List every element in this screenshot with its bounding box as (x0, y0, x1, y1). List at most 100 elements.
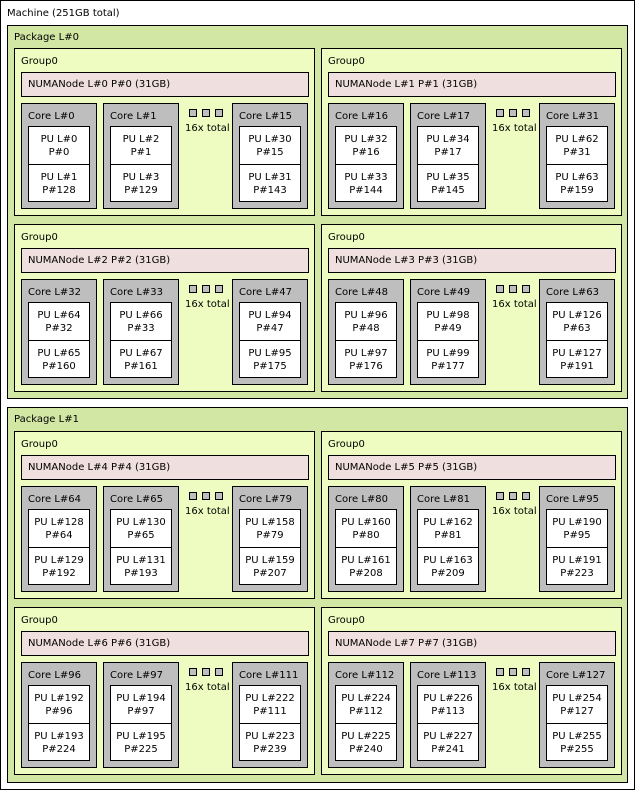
core-label: Core L#1 (110, 111, 157, 122)
group-label: Group0 (328, 615, 365, 626)
core-box: Core L#79 PU L#158 P#79 PU L#159 P#207 (232, 486, 308, 592)
pu-column: PU L#224 P#112 PU L#225 P#240 (335, 685, 397, 761)
core-label: Core L#112 (335, 670, 395, 681)
core-label: Core L#47 (239, 287, 292, 298)
pu-column: PU L#160 P#80 PU L#161 P#208 (335, 509, 397, 585)
pu-physical-label: P#193 (124, 567, 158, 579)
pu-physical-label: P#239 (253, 743, 287, 755)
pu-logical-label: PU L#227 (423, 730, 473, 742)
group-label: Group0 (328, 439, 365, 450)
pu-physical-label: P#127 (560, 705, 594, 717)
pu-cell: PU L#30 P#15 (240, 127, 300, 164)
more-cores-label: 16x total (185, 299, 230, 310)
package-label: Package L#0 (14, 32, 79, 43)
numa-node-label: NUMANode L#6 P#6 (31GB) (28, 638, 171, 649)
pu-physical-label: P#80 (352, 529, 380, 541)
core-label: Core L#16 (335, 111, 388, 122)
pu-cell: PU L#159 P#207 (240, 547, 300, 585)
core-label: Core L#80 (335, 494, 388, 505)
pu-cell: PU L#194 P#97 (111, 686, 171, 723)
pu-logical-label: PU L#30 (248, 133, 292, 145)
pu-physical-label: P#111 (253, 705, 287, 717)
pu-logical-label: PU L#31 (248, 171, 292, 183)
core-label: Core L#15 (239, 111, 292, 122)
core-box: Core L#65 PU L#130 P#65 PU L#131 P#193 (103, 486, 179, 592)
pu-physical-label: P#16 (352, 146, 380, 158)
pu-cell: PU L#34 P#17 (418, 127, 478, 164)
pu-cell: PU L#98 P#49 (418, 303, 478, 340)
pu-cell: PU L#255 P#255 (547, 723, 607, 761)
more-cores-indicator: 16x total (490, 285, 537, 315)
pu-logical-label: PU L#159 (245, 554, 295, 566)
pu-logical-label: PU L#34 (426, 133, 470, 145)
pu-logical-label: PU L#63 (555, 171, 599, 183)
pu-logical-label: PU L#158 (245, 516, 295, 528)
numa-node: NUMANode L#4 P#4 (31GB) (21, 455, 309, 480)
pu-cell: PU L#162 P#81 (418, 510, 478, 547)
core-box: Core L#127 PU L#254 P#127 PU L#255 P#255 (539, 662, 615, 768)
core-label: Core L#0 (28, 111, 75, 122)
core-box: Core L#0 PU L#0 P#0 PU L#1 P#128 (21, 103, 97, 209)
more-square (509, 109, 517, 117)
more-cores-label: 16x total (185, 123, 230, 134)
pu-column: PU L#64 P#32 PU L#65 P#160 (28, 302, 90, 378)
core-box: Core L#33 PU L#66 P#33 PU L#67 P#161 (103, 279, 179, 385)
pu-cell: PU L#63 P#159 (547, 164, 607, 202)
more-cores-indicator: 16x total (183, 109, 230, 139)
group-box: Group0 NUMANode L#5 P#5 (31GB) Core L#80 PU… (321, 431, 622, 599)
pu-logical-label: PU L#131 (116, 554, 166, 566)
pu-logical-label: PU L#127 (552, 347, 602, 359)
pu-cell: PU L#192 P#96 (29, 686, 89, 723)
more-square (189, 492, 197, 500)
pu-physical-label: P#112 (349, 705, 383, 717)
more-cores-indicator: 16x total (183, 492, 230, 522)
more-square (496, 668, 504, 676)
pu-logical-label: PU L#255 (552, 730, 602, 742)
core-label: Core L#48 (335, 287, 388, 298)
pu-physical-label: P#192 (42, 567, 76, 579)
more-square (202, 492, 210, 500)
pu-physical-label: P#81 (434, 529, 462, 541)
pu-cell: PU L#161 P#208 (336, 547, 396, 585)
core-label: Core L#113 (417, 670, 477, 681)
pu-cell: PU L#158 P#79 (240, 510, 300, 547)
pu-logical-label: PU L#96 (344, 309, 388, 321)
machine-label: Machine (251GB total) (7, 8, 120, 19)
pu-physical-label: P#129 (124, 184, 158, 196)
pu-cell: PU L#195 P#225 (111, 723, 171, 761)
core-label: Core L#49 (417, 287, 470, 298)
pu-physical-label: P#1 (130, 146, 152, 158)
pu-cell: PU L#94 P#47 (240, 303, 300, 340)
core-label: Core L#32 (28, 287, 81, 298)
group-label: Group0 (21, 56, 58, 67)
more-square (202, 668, 210, 676)
pu-cell: PU L#227 P#241 (418, 723, 478, 761)
core-box: Core L#48 PU L#96 P#48 PU L#97 P#176 (328, 279, 404, 385)
core-box: Core L#17 PU L#34 P#17 PU L#35 P#145 (410, 103, 486, 209)
pu-cell: PU L#62 P#31 (547, 127, 607, 164)
pu-cell: PU L#254 P#127 (547, 686, 607, 723)
pu-cell: PU L#130 P#65 (111, 510, 171, 547)
pu-column: PU L#194 P#97 PU L#195 P#225 (110, 685, 172, 761)
package-label: Package L#1 (14, 414, 79, 425)
pu-logical-label: PU L#98 (426, 309, 470, 321)
group-box: Group0 NUMANode L#0 P#0 (31GB) Core L#0 PU … (14, 48, 315, 216)
pu-column: PU L#32 P#16 PU L#33 P#144 (335, 126, 397, 202)
numa-node: NUMANode L#0 P#0 (31GB) (21, 72, 309, 97)
pu-logical-label: PU L#192 (34, 692, 84, 704)
core-label: Core L#65 (110, 494, 163, 505)
pu-cell: PU L#66 P#33 (111, 303, 171, 340)
pu-logical-label: PU L#223 (245, 730, 295, 742)
pu-logical-label: PU L#222 (245, 692, 295, 704)
pu-logical-label: PU L#64 (37, 309, 81, 321)
group-label: Group0 (21, 232, 58, 243)
pu-column: PU L#162 P#81 PU L#163 P#209 (417, 509, 479, 585)
pu-physical-label: P#96 (45, 705, 73, 717)
pu-cell: PU L#223 P#239 (240, 723, 300, 761)
numa-node: NUMANode L#3 P#3 (31GB) (328, 248, 616, 273)
pu-physical-label: P#65 (127, 529, 155, 541)
numa-node-label: NUMANode L#7 P#7 (31GB) (335, 638, 478, 649)
pu-physical-label: P#33 (127, 322, 155, 334)
core-label: Core L#64 (28, 494, 81, 505)
pu-physical-label: P#224 (42, 743, 76, 755)
